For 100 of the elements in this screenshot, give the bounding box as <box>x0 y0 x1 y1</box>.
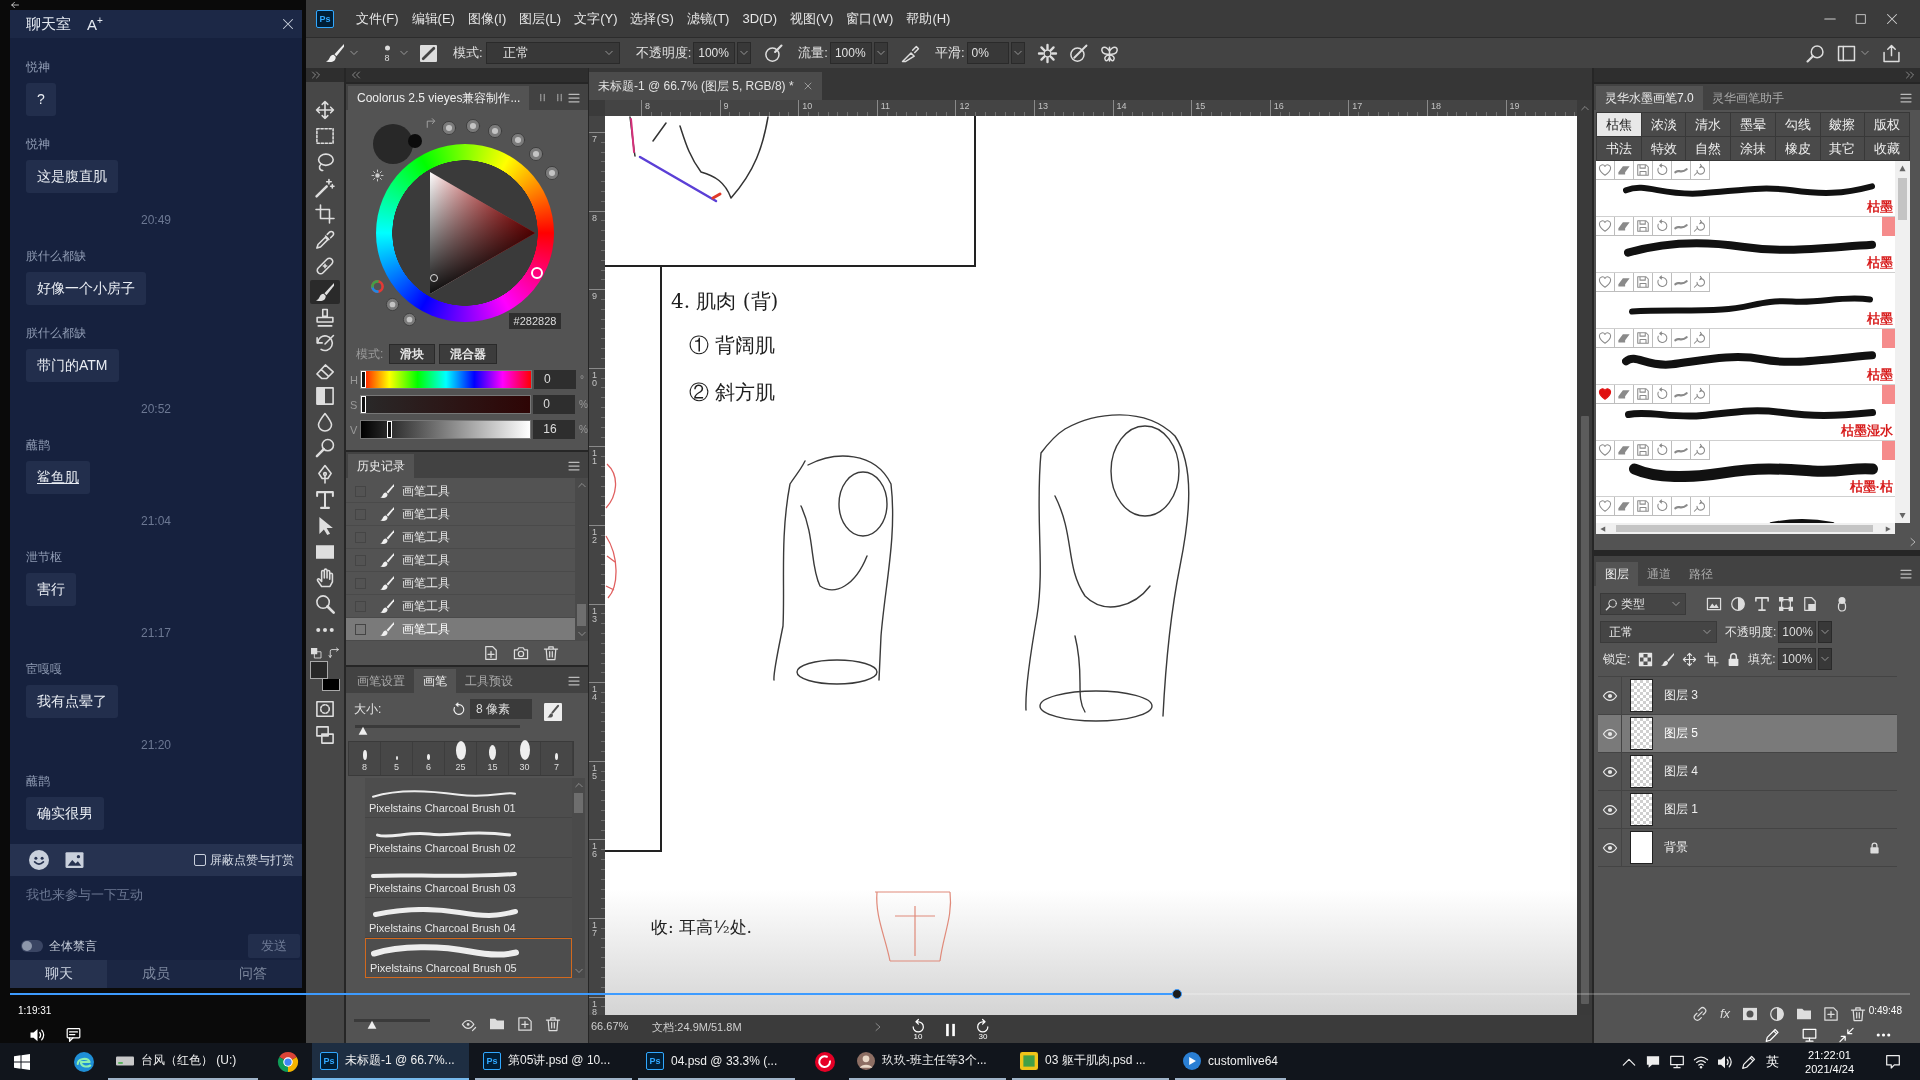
effects-button[interactable]: fx <box>1719 1007 1730 1021</box>
brush-entry[interactable]: 枯墨 <box>1596 329 1895 385</box>
network-icon[interactable] <box>1694 1054 1709 1069</box>
category-tab[interactable]: 涂抹 <box>1731 137 1776 161</box>
brush-preset[interactable]: 30 <box>509 742 541 775</box>
toggle-switch[interactable] <box>21 940 43 952</box>
move-icon[interactable] <box>1683 652 1697 666</box>
circular-arrow-icon[interactable] <box>1653 217 1672 236</box>
menu-item[interactable]: 滤镜(T) <box>682 9 734 28</box>
dropdown-button[interactable] <box>737 42 752 64</box>
heart-icon[interactable] <box>1596 329 1615 348</box>
folder-icon[interactable] <box>490 1017 504 1031</box>
circular-arrow-icon[interactable] <box>1691 273 1710 292</box>
category-tab[interactable]: 枯焦 <box>1597 113 1642 137</box>
forward-button[interactable]: 30 <box>976 1019 990 1041</box>
category-tab[interactable]: 清水 <box>1686 113 1732 137</box>
tab[interactable]: 成员 <box>107 960 205 988</box>
circular-arrow-icon[interactable] <box>1691 329 1710 348</box>
panel-tab[interactable]: 工具预设 <box>456 669 522 693</box>
back-arrow-icon[interactable] <box>8 1 22 9</box>
heart-icon[interactable] <box>1596 385 1615 404</box>
brush-preset[interactable]: 5 <box>381 742 413 775</box>
scroll-thumb[interactable] <box>1616 525 1873 532</box>
brush-name[interactable]: 枯墨 <box>1867 368 1893 382</box>
brush-item[interactable]: Pixelstains Charcoal Brush 01 <box>365 778 572 818</box>
slider-thumb[interactable] <box>358 726 369 736</box>
swatch-icon[interactable] <box>545 166 559 180</box>
circular-arrow-icon[interactable] <box>1653 161 1672 180</box>
swatch-icon[interactable] <box>442 121 456 135</box>
circular-arrow-icon[interactable] <box>1653 497 1672 516</box>
brush-stroke-icon[interactable] <box>1672 385 1691 404</box>
circular-arrow-icon[interactable] <box>1691 217 1710 236</box>
menu-item[interactable]: 3D(D) <box>738 11 782 26</box>
menu-item[interactable]: 图层(L) <box>515 9 566 28</box>
mask-icon[interactable] <box>1743 1007 1757 1021</box>
scrollbar[interactable] <box>1596 523 1895 534</box>
eraser-icon[interactable] <box>1615 217 1634 236</box>
filter-toggle-icon[interactable] <box>1835 597 1849 611</box>
eye-icon[interactable] <box>1602 764 1617 779</box>
swatch-icon[interactable] <box>511 133 525 147</box>
swatch-icon[interactable] <box>529 147 543 161</box>
reset-icon[interactable] <box>452 702 465 716</box>
circular-arrow-icon[interactable] <box>1691 161 1710 180</box>
color-triangle[interactable] <box>430 172 535 294</box>
share-icon[interactable] <box>1883 44 1900 62</box>
airbrush-icon[interactable] <box>901 44 919 62</box>
brush-name[interactable]: 枯墨 <box>1867 200 1893 214</box>
workspace-icon[interactable] <box>1838 44 1855 62</box>
brush-preset[interactable]: 6 <box>413 742 445 775</box>
category-tab[interactable]: 勾线 <box>1775 113 1821 137</box>
circular-arrow-icon[interactable] <box>1653 273 1672 292</box>
eye-icon[interactable] <box>1602 726 1617 741</box>
eye-icon[interactable] <box>1602 688 1617 703</box>
swap-arrow-icon[interactable] <box>426 118 436 128</box>
flow-field[interactable]: 100% <box>829 42 872 64</box>
category-tab[interactable]: 墨晕 <box>1731 113 1776 137</box>
pressure-size-icon[interactable] <box>1069 44 1087 62</box>
smiley-icon[interactable] <box>29 850 49 870</box>
brush-stroke-icon[interactable] <box>1672 161 1691 180</box>
grip-icon[interactable] <box>556 92 564 104</box>
size-field[interactable]: 8 像素 <box>470 699 532 719</box>
sun-icon[interactable] <box>372 170 383 181</box>
layer-row[interactable]: 图层 3 <box>1598 677 1897 715</box>
volume-icon[interactable] <box>30 1028 45 1042</box>
menu-item[interactable]: 窗口(W) <box>842 9 898 28</box>
panel-menu-icon[interactable] <box>1900 569 1912 579</box>
eraser-icon[interactable] <box>1615 497 1634 516</box>
link-icon[interactable] <box>1692 1007 1707 1021</box>
slider-thumb[interactable] <box>361 371 366 388</box>
value-field[interactable]: 16 <box>533 420 576 439</box>
smart-object-icon[interactable] <box>1803 597 1817 611</box>
scroll-thumb[interactable] <box>1580 416 1589 1004</box>
heart-icon[interactable] <box>1596 217 1615 236</box>
brush-name[interactable]: 枯墨 <box>1867 312 1893 326</box>
windows-logo-icon[interactable] <box>14 1053 30 1070</box>
trash-icon[interactable] <box>1851 1007 1865 1021</box>
folder-icon[interactable] <box>1797 1007 1811 1021</box>
fill-field[interactable]: 100% <box>1777 648 1816 670</box>
opacity-field[interactable]: 100% <box>1778 621 1817 643</box>
menu-item[interactable]: 帮助(H) <box>902 9 955 28</box>
lock-icon[interactable] <box>1727 652 1741 666</box>
dropdown-button[interactable] <box>1010 42 1025 64</box>
slider-thumb[interactable] <box>360 396 366 413</box>
circular-arrow-icon[interactable] <box>1691 441 1710 460</box>
menu-item[interactable]: 文件(F) <box>352 9 403 28</box>
scroll-left-icon[interactable] <box>1600 525 1606 532</box>
eye-icon[interactable] <box>1602 840 1617 855</box>
brush-entry[interactable]: 枯墨 <box>1596 273 1895 329</box>
brush-item[interactable]: Pixelstains Charcoal Brush 05 <box>365 938 572 978</box>
butterfly-icon[interactable] <box>1100 44 1118 62</box>
type-filter-icon[interactable] <box>1755 597 1769 611</box>
eraser-icon[interactable] <box>1615 161 1634 180</box>
document-tab[interactable]: 未标题-1 @ 66.7% (图层 5, RGB/8) * <box>589 72 822 100</box>
background-color-swatch[interactable] <box>322 679 340 691</box>
circular-arrow-icon[interactable] <box>1691 497 1710 516</box>
swatch-icon[interactable] <box>466 119 480 133</box>
trash-icon[interactable] <box>544 646 558 660</box>
circular-arrow-icon[interactable] <box>1653 329 1672 348</box>
smoothing-field[interactable]: 0% <box>966 42 1009 64</box>
shrink-icon[interactable] <box>1839 1028 1854 1042</box>
